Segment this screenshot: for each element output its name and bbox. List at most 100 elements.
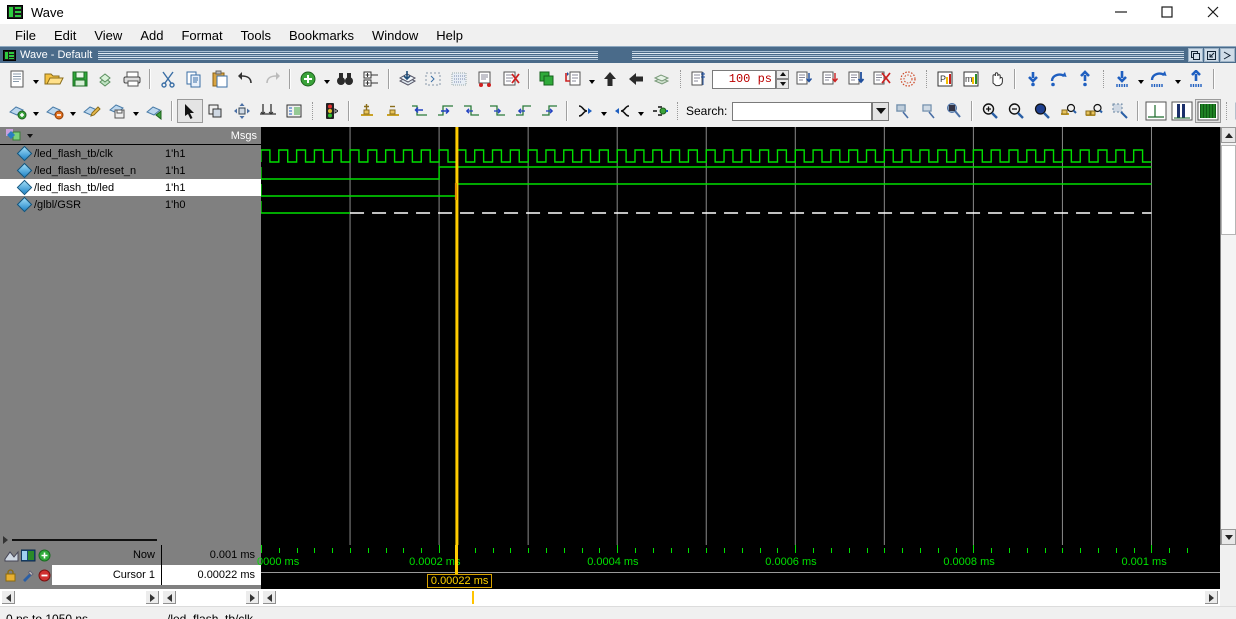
expand-bus-dropdown-arrow-icon[interactable] (598, 99, 609, 123)
break-sim-icon[interactable] (895, 67, 921, 91)
vscroll-up-button[interactable] (1221, 127, 1236, 143)
binoculars-icon[interactable] (332, 67, 358, 91)
names-hscroll[interactable] (0, 534, 161, 545)
blue-curve-arrow-icon[interactable] (1046, 67, 1072, 91)
restore-pane-button[interactable] (1204, 48, 1219, 62)
menu-format[interactable]: Format (172, 26, 231, 45)
compile-selected-icon[interactable] (420, 67, 446, 91)
signal-row[interactable]: /glbl/GSR (0, 196, 161, 213)
blue-up-arrow-icon[interactable] (1072, 67, 1098, 91)
zoom-out-icon[interactable] (1003, 99, 1029, 123)
close-button[interactable] (1190, 0, 1236, 24)
delete-cursor-icon[interactable] (380, 99, 406, 123)
collapse-bus-dropdown-arrow-icon[interactable] (635, 99, 646, 123)
signal-value-cell[interactable]: 1'h1 (161, 162, 261, 179)
names-scroll-track[interactable] (16, 590, 145, 605)
pane-drag-grip[interactable] (98, 51, 1184, 60)
run-icon[interactable] (791, 67, 817, 91)
zoom-select-icon[interactable] (203, 99, 229, 123)
redo-arrow-icon[interactable] (259, 67, 285, 91)
vscroll-thumb[interactable] (1221, 145, 1236, 235)
arrow-cursor-icon[interactable] (177, 99, 203, 123)
prev-transition-icon[interactable] (406, 99, 432, 123)
cursor-tool-icon[interactable] (21, 569, 36, 582)
cursor-value-cell[interactable]: 0.00022 ms (161, 565, 261, 585)
reload-icon[interactable] (93, 67, 119, 91)
prev-rising-edge-icon[interactable] (510, 99, 536, 123)
compare-icon[interactable] (281, 99, 307, 123)
menu-tools[interactable]: Tools (232, 26, 280, 45)
wave-delete-icon[interactable] (41, 99, 67, 123)
next-falling-edge-icon[interactable] (484, 99, 510, 123)
vscroll-down-button[interactable] (1221, 529, 1236, 545)
insert-cursor-icon[interactable] (354, 99, 380, 123)
run-length-stepper[interactable] (776, 70, 789, 89)
values-scroll-track[interactable] (177, 590, 245, 605)
paste-icon[interactable] (207, 67, 233, 91)
blue-curve-bars-icon[interactable] (1146, 67, 1172, 91)
green-plus-circle-icon[interactable] (295, 67, 321, 91)
restart-icon[interactable] (649, 67, 675, 91)
run-to-cursor-dropdown-arrow-icon[interactable] (1135, 67, 1146, 91)
group-bus-icon[interactable] (646, 99, 672, 123)
collapse-bus-icon[interactable] (609, 99, 635, 123)
printer-icon[interactable] (119, 67, 145, 91)
dither-grid-icon[interactable] (1232, 99, 1236, 123)
values-scroll-right-button[interactable] (245, 590, 260, 605)
ruler-cursor-line[interactable] (455, 545, 458, 574)
save-floppy-icon[interactable] (67, 67, 93, 91)
zoom-full-icon[interactable] (1029, 99, 1055, 123)
up-arrow-icon[interactable] (597, 67, 623, 91)
open-folder-icon[interactable] (41, 67, 67, 91)
analog-step-icon[interactable] (1143, 99, 1169, 123)
signal-value-cell[interactable]: 1'h1 (161, 145, 261, 162)
menu-help[interactable]: Help (427, 26, 472, 45)
values-hscrollbar[interactable] (161, 589, 261, 606)
names-scroll-left-button[interactable] (1, 590, 16, 605)
maximize-button[interactable] (1144, 0, 1190, 24)
expand-bus-icon[interactable] (572, 99, 598, 123)
zoom-region-icon[interactable] (1107, 99, 1133, 123)
search-next-icon[interactable] (915, 99, 941, 123)
now-marker-icon[interactable] (4, 549, 19, 562)
minimize-button[interactable] (1098, 0, 1144, 24)
wave-vertical-scrollbar[interactable] (1220, 127, 1236, 545)
literal-bar-icon[interactable] (1169, 99, 1195, 123)
menu-edit[interactable]: Edit (45, 26, 85, 45)
waveform-canvas[interactable] (261, 127, 1220, 545)
wave-scroll-right-button[interactable] (1204, 590, 1219, 605)
blue-down-arrow-icon[interactable] (1020, 67, 1046, 91)
wave-hscrollbar[interactable] (261, 589, 1220, 606)
signal-row[interactable]: /led_flash_tb/clk (0, 145, 161, 162)
cursor-label-cell[interactable]: Cursor 1 (52, 565, 161, 585)
next-rising-edge-icon[interactable] (536, 99, 562, 123)
menu-view[interactable]: View (85, 26, 131, 45)
break-icon[interactable] (534, 67, 560, 91)
wave-save-dropdown-arrow-icon[interactable] (130, 99, 141, 123)
wave-scroll-track[interactable] (277, 590, 1204, 605)
search-history-dropdown[interactable] (872, 102, 889, 121)
zoom-cursor-icon[interactable] (1055, 99, 1081, 123)
zoom-between-cursors-icon[interactable] (1081, 99, 1107, 123)
hand-pan-icon[interactable] (984, 67, 1010, 91)
wave-delete-dropdown-arrow-icon[interactable] (67, 99, 78, 123)
undo-arrow-icon[interactable] (233, 67, 259, 91)
continue-run-icon[interactable] (817, 67, 843, 91)
run-length-field[interactable]: 100 ps (712, 70, 776, 89)
undock-button[interactable] (1188, 48, 1203, 62)
expand-tree-icon[interactable] (358, 67, 384, 91)
pan-move-icon[interactable] (229, 99, 255, 123)
compile-icon[interactable] (394, 67, 420, 91)
solid-bar-icon[interactable] (1195, 99, 1221, 123)
step-into-dropdown-arrow-icon[interactable] (586, 67, 597, 91)
wave-add-icon[interactable] (4, 99, 30, 123)
new-document-icon[interactable] (4, 67, 30, 91)
copy-icon[interactable] (181, 67, 207, 91)
menu-window[interactable]: Window (363, 26, 427, 45)
lock-cursor-icon[interactable] (4, 569, 19, 582)
stop-run-icon[interactable] (869, 67, 895, 91)
add-wave-dropdown-arrow-icon[interactable] (321, 67, 332, 91)
run-options-icon[interactable] (686, 67, 712, 91)
end-sim-icon[interactable] (498, 67, 524, 91)
left-arrow-icon[interactable] (623, 67, 649, 91)
